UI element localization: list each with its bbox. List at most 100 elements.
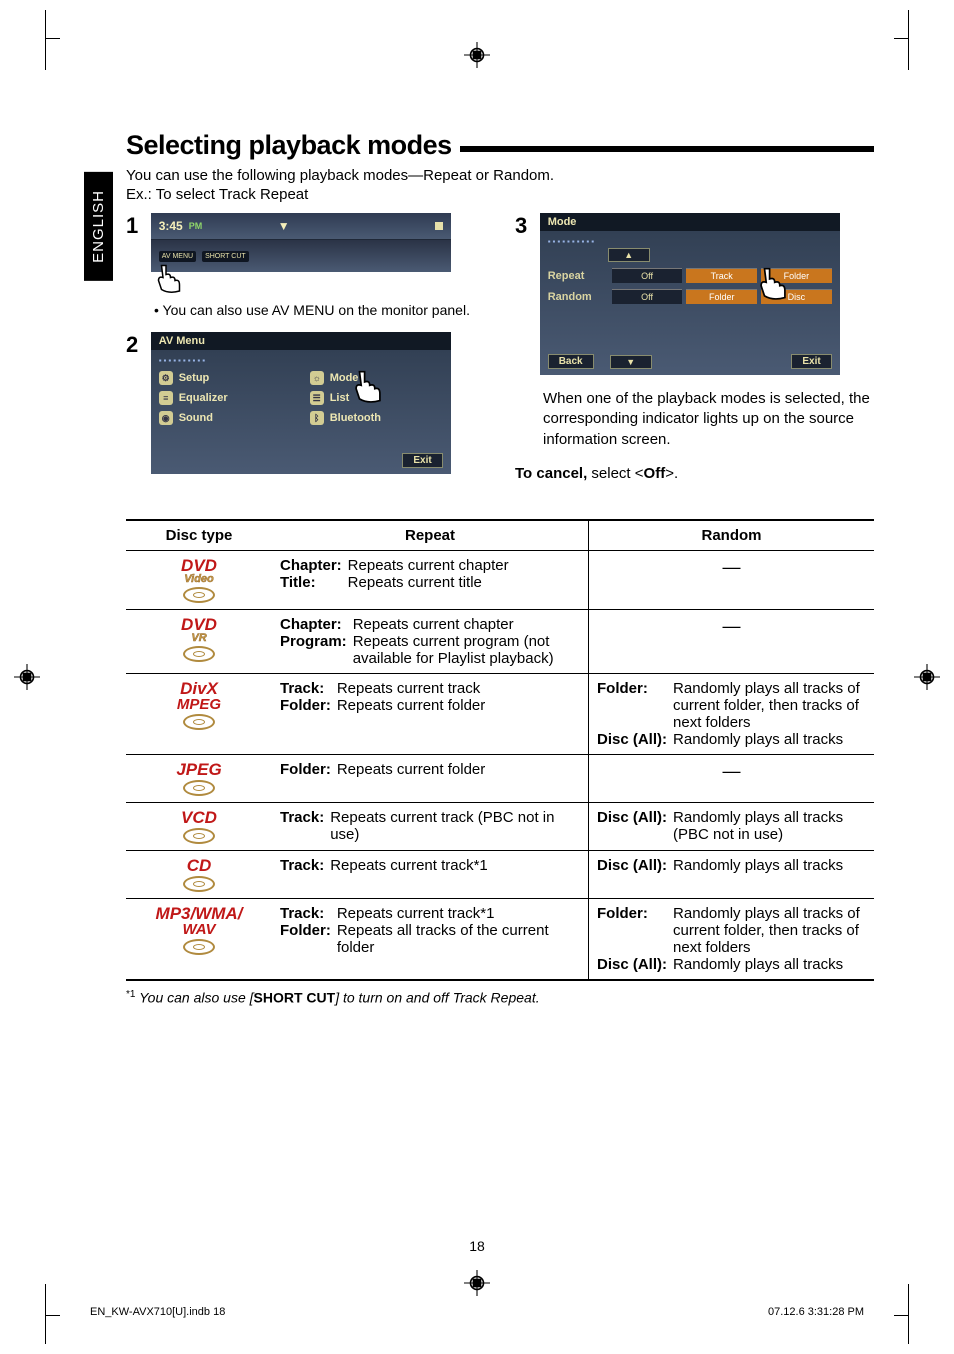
mode-row-label: Repeat [548,270,608,282]
menu-item-sound[interactable]: ◉ Sound [159,411,292,425]
page-title: Selecting playback modes [126,130,874,161]
random-cell: Disc (All):Randomly plays all tracks [589,850,875,898]
value-text: Repeats all tracks of the current folder [337,922,580,956]
screen-step1: 3:45 PM ▼ AV MENU SHORT CUT [151,213,451,272]
screen-title: Mode [540,213,840,231]
repeat-cell: Track:Repeats current track*1 [272,850,589,898]
bluetooth-icon: ᛒ [310,411,324,425]
disc-logo-icon: MP3/WMA/WAV [156,905,243,955]
title-rule-icon [460,146,874,152]
table-row: DVDVR Chapter:Repeats current chapterProg… [126,609,874,673]
equalizer-icon: ≡ [159,391,173,405]
mode-option[interactable]: Folder [686,289,757,304]
key-label: Folder: [280,922,337,956]
screen-mode: Mode ▪▪▪▪▪▪▪▪▪▪ ▲ Repeat Off Track Folde… [540,213,840,375]
table-row: DVDVideoChapter:Repeats current chapterT… [126,550,874,609]
value-text: Repeats current program (not available f… [353,633,580,667]
key-label: Disc (All): [597,956,673,973]
table-row: MP3/WMA/WAVTrack:Repeats current track*1… [126,898,874,980]
disc-type-cell: CD [126,850,272,898]
down-arrow-button[interactable]: ▼ [610,355,652,369]
clock-time: 3:45 [159,219,183,233]
table-header-random: Random [589,520,875,551]
repeat-cell: Chapter:Repeats current chapterProgram:R… [272,609,589,673]
av-menu-button[interactable]: AV MENU [159,251,196,262]
value-text: Repeats current track (PBC not in use) [330,809,580,843]
exit-button[interactable]: Exit [791,354,831,369]
cancel-lead: To cancel, [515,465,587,482]
key-label: Folder: [597,905,673,956]
pointer-hand-icon [351,370,385,407]
list-icon: ☰ [310,391,324,405]
key-label: Chapter: [280,557,348,574]
menu-label: Setup [179,372,210,384]
cancel-off: Off [644,465,666,482]
disc-type-cell: VCD [126,802,272,850]
exit-button[interactable]: Exit [402,453,442,468]
menu-label: Sound [179,412,213,424]
speaker-icon: ◉ [159,411,173,425]
repeat-cell: Folder:Repeats current folder [272,754,589,802]
key-label: Track: [280,905,337,922]
menu-label: List [330,392,350,404]
value-text: Repeats current track*1 [330,857,488,874]
up-arrow-button[interactable]: ▲ [608,248,650,262]
screen-title: AV Menu [151,332,451,350]
mode-option[interactable]: Off [612,289,683,304]
menu-item-bluetooth[interactable]: ᛒ Bluetooth [310,411,443,425]
disc-logo-icon: VCD [181,809,217,844]
key-label: Chapter: [280,616,353,633]
table-row: DivXMPEGTrack:Repeats current trackFolde… [126,673,874,754]
value-text: Randomly plays all tracks [673,857,843,874]
crop-mark-icon [878,1284,909,1344]
footnote-lead: You can also use [ [139,989,253,1005]
disc-logo-icon: DVDVR [181,616,217,662]
menu-item-setup[interactable]: ⚙ Setup [159,371,292,385]
right-column: 3 Mode ▪▪▪▪▪▪▪▪▪▪ ▲ Repeat Off Track Fol… [515,213,874,497]
table-row: JPEGFolder:Repeats current folder— [126,754,874,802]
disc-type-cell: DivXMPEG [126,673,272,754]
menu-item-equalizer[interactable]: ≡ Equalizer [159,391,292,405]
menu-label: Bluetooth [330,412,381,424]
page: ENGLISH Selecting playback modes You can… [0,0,954,1354]
gear-icon: ⚙ [159,371,173,385]
random-cell: — [589,550,875,609]
key-label: Folder: [280,761,337,778]
chevron-down-icon: ▼ [278,219,290,233]
key-label: Track: [280,809,330,843]
repeat-cell: Track:Repeats current trackFolder:Repeat… [272,673,589,754]
mode-option[interactable]: Off [612,268,683,283]
value-text: Repeats current track [337,680,485,697]
back-button[interactable]: Back [548,354,594,369]
value-text: Repeats current chapter [348,557,509,574]
value-text: Randomly plays all tracks [673,956,866,973]
value-text: Randomly plays all tracks [673,731,866,748]
note-step1: You can also use AV MENU on the monitor … [154,302,485,318]
registration-mark-icon [464,1270,490,1296]
repeat-cell: Track:Repeats current track (PBC not in … [272,802,589,850]
registration-mark-icon [914,664,940,690]
pointer-hand-icon [154,264,184,294]
value-text: Repeats current folder [337,697,485,714]
step-number: 3 [515,213,527,239]
key-label: Program: [280,633,353,667]
step3-description: When one of the playback modes is select… [543,389,874,450]
print-footer: EN_KW-AVX710[U].indb 18 07.12.6 3:31:28 … [90,1306,864,1318]
registration-mark-icon [464,42,490,68]
pointer-hand-icon [756,267,790,304]
step-number: 2 [126,332,138,358]
language-tab: ENGLISH [84,172,113,281]
value-text: Repeats current chapter [353,616,580,633]
footnote-bold: SHORT CUT [254,989,336,1005]
repeat-cell: Chapter:Repeats current chapterTitle:Rep… [272,550,589,609]
footnote-tail: ] to turn on and off Track Repeat. [335,989,539,1005]
registration-mark-icon [14,664,40,690]
menu-label: Equalizer [179,392,228,404]
mode-option-selected[interactable]: Track [686,268,757,283]
cancel-tail: >. [665,465,678,482]
short-cut-button[interactable]: SHORT CUT [202,251,249,262]
random-cell: Disc (All):Randomly plays all tracks (PB… [589,802,875,850]
key-label: Disc (All): [597,809,673,843]
content: Selecting playback modes You can use the… [126,130,874,1005]
playback-modes-table: Disc type Repeat Random DVDVideoChapter:… [126,519,874,981]
